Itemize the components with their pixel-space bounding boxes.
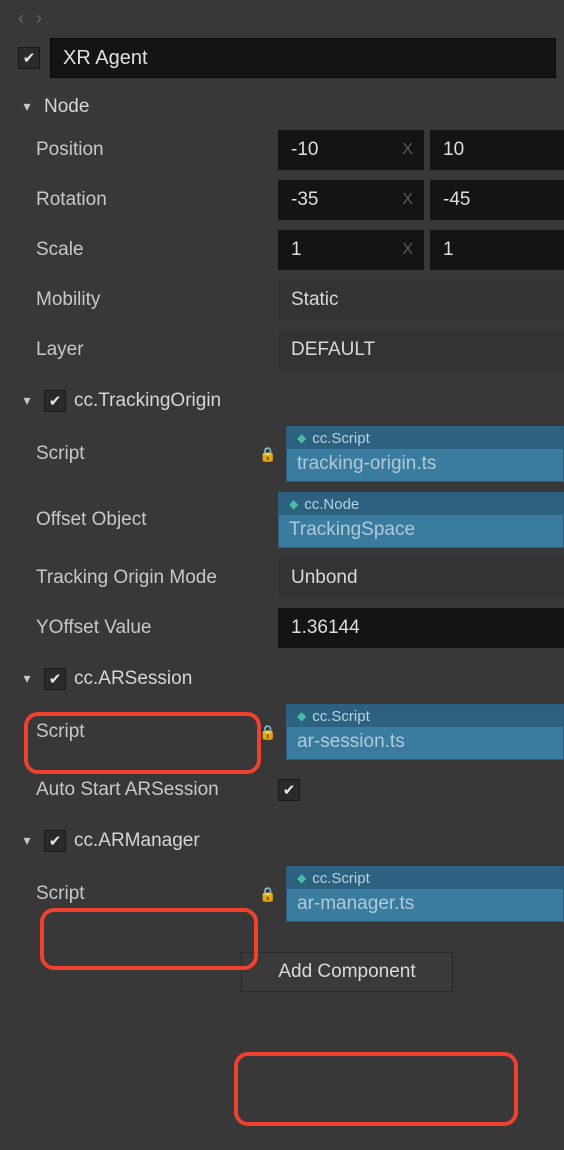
asset-value: TrackingSpace [279, 515, 563, 547]
row-to-script: Script 🔒 ◆ cc.Script tracking-origin.ts [10, 426, 564, 482]
diamond-icon: ◆ [289, 497, 298, 511]
chevron-down-icon [18, 392, 36, 409]
lock-icon: 🔒 [259, 446, 276, 463]
position-y-value: 10 [443, 139, 464, 161]
axis-x-label: X [402, 141, 413, 159]
mobility-select[interactable]: Static [278, 280, 564, 320]
label-script: Script [36, 443, 250, 465]
axis-x-label: X [402, 191, 413, 209]
row-rotation: Rotation -35 X -45 [10, 180, 564, 220]
row-scale: Scale 1 X 1 [10, 230, 564, 270]
entity-name-input[interactable] [50, 38, 556, 78]
rotation-x-input[interactable]: -35 X [278, 180, 424, 220]
node-properties: Position -10 X 10 Rotation -35 X -45 [10, 126, 564, 380]
row-to-mode: Tracking Origin Mode Unbond [10, 558, 564, 598]
entity-header [10, 32, 564, 88]
history-nav: ‹ › [10, 8, 564, 32]
label-script: Script [36, 721, 250, 743]
label-position: Position [36, 139, 270, 161]
chevron-down-icon [18, 98, 36, 115]
entity-enabled-checkbox[interactable] [18, 47, 40, 69]
script-asset-field[interactable]: ◆ cc.Script ar-session.ts [286, 704, 564, 760]
scale-x-value: 1 [291, 239, 302, 261]
row-ars-autostart: Auto Start ARSession [10, 770, 564, 810]
chevron-down-icon [18, 832, 36, 849]
inspector-panel: ‹ › Node Position -10 X 10 Rotation [10, 8, 564, 992]
section-title: Node [44, 96, 89, 118]
autostart-checkbox[interactable] [278, 779, 300, 801]
lock-icon: 🔒 [259, 724, 276, 741]
chevron-down-icon [18, 670, 36, 687]
row-arm-script: Script 🔒 ◆ cc.Script ar-manager.ts [10, 866, 564, 922]
component-header-arsession[interactable]: cc.ARSession [10, 658, 564, 700]
asset-value: ar-manager.ts [287, 889, 563, 921]
label-script: Script [36, 883, 250, 905]
offset-object-field[interactable]: ◆ cc.Node TrackingSpace [278, 492, 564, 548]
position-x-input[interactable]: -10 X [278, 130, 424, 170]
arsession-properties: Script 🔒 ◆ cc.Script ar-session.ts Auto S… [10, 700, 564, 820]
row-mobility: Mobility Static [10, 280, 564, 320]
label-mobility: Mobility [36, 289, 270, 311]
component-enabled-checkbox[interactable] [44, 830, 66, 852]
diamond-icon: ◆ [297, 431, 306, 445]
asset-type: cc.Node [304, 496, 359, 513]
nav-forward-icon[interactable]: › [36, 9, 42, 27]
row-ars-script: Script 🔒 ◆ cc.Script ar-session.ts [10, 704, 564, 760]
rotation-x-value: -35 [291, 189, 318, 211]
armanager-properties: Script 🔒 ◆ cc.Script ar-manager.ts [10, 862, 564, 932]
scale-x-input[interactable]: 1 X [278, 230, 424, 270]
tracking-origin-mode-select[interactable]: Unbond [278, 558, 564, 598]
script-asset-field[interactable]: ◆ cc.Script tracking-origin.ts [286, 426, 564, 482]
lock-icon: 🔒 [259, 886, 276, 903]
row-to-offsetobject: Offset Object ◆ cc.Node TrackingSpace [10, 492, 564, 548]
component-title: cc.TrackingOrigin [74, 390, 221, 412]
rotation-y-value: -45 [443, 189, 470, 211]
label-autostart: Auto Start ARSession [36, 779, 270, 801]
add-component-button[interactable]: Add Component [241, 952, 453, 992]
asset-value: tracking-origin.ts [287, 449, 563, 481]
trackingorigin-properties: Script 🔒 ◆ cc.Script tracking-origin.ts O… [10, 422, 564, 658]
component-header-trackingorigin[interactable]: cc.TrackingOrigin [10, 380, 564, 422]
label-yoffset: YOffset Value [36, 617, 270, 639]
asset-value: ar-session.ts [287, 727, 563, 759]
label-rotation: Rotation [36, 189, 270, 211]
add-component-wrap: Add Component [10, 932, 564, 992]
label-offset-object: Offset Object [36, 509, 270, 531]
component-enabled-checkbox[interactable] [44, 668, 66, 690]
diamond-icon: ◆ [297, 871, 306, 885]
component-title: cc.ARManager [74, 830, 200, 852]
label-layer: Layer [36, 339, 270, 361]
axis-x-label: X [402, 241, 413, 259]
scale-y-value: 1 [443, 239, 454, 261]
component-title: cc.ARSession [74, 668, 192, 690]
component-enabled-checkbox[interactable] [44, 390, 66, 412]
yoffset-input[interactable]: 1.36144 [278, 608, 564, 648]
row-position: Position -10 X 10 [10, 130, 564, 170]
row-layer: Layer DEFAULT [10, 330, 564, 370]
layer-select[interactable]: DEFAULT [278, 330, 564, 370]
label-tracking-origin-mode: Tracking Origin Mode [36, 567, 270, 589]
row-to-yoffset: YOffset Value 1.36144 [10, 608, 564, 648]
diamond-icon: ◆ [297, 709, 306, 723]
position-x-value: -10 [291, 139, 318, 161]
rotation-y-input[interactable]: -45 [430, 180, 564, 220]
asset-type: cc.Script [312, 870, 370, 887]
label-scale: Scale [36, 239, 270, 261]
script-asset-field[interactable]: ◆ cc.Script ar-manager.ts [286, 866, 564, 922]
position-y-input[interactable]: 10 [430, 130, 564, 170]
component-header-armanager[interactable]: cc.ARManager [10, 820, 564, 862]
nav-back-icon[interactable]: ‹ [18, 9, 24, 27]
annotation-highlight-addcomponent [234, 1052, 518, 1126]
asset-type: cc.Script [312, 430, 370, 447]
scale-y-input[interactable]: 1 [430, 230, 564, 270]
section-header-node[interactable]: Node [10, 88, 564, 126]
asset-type: cc.Script [312, 708, 370, 725]
